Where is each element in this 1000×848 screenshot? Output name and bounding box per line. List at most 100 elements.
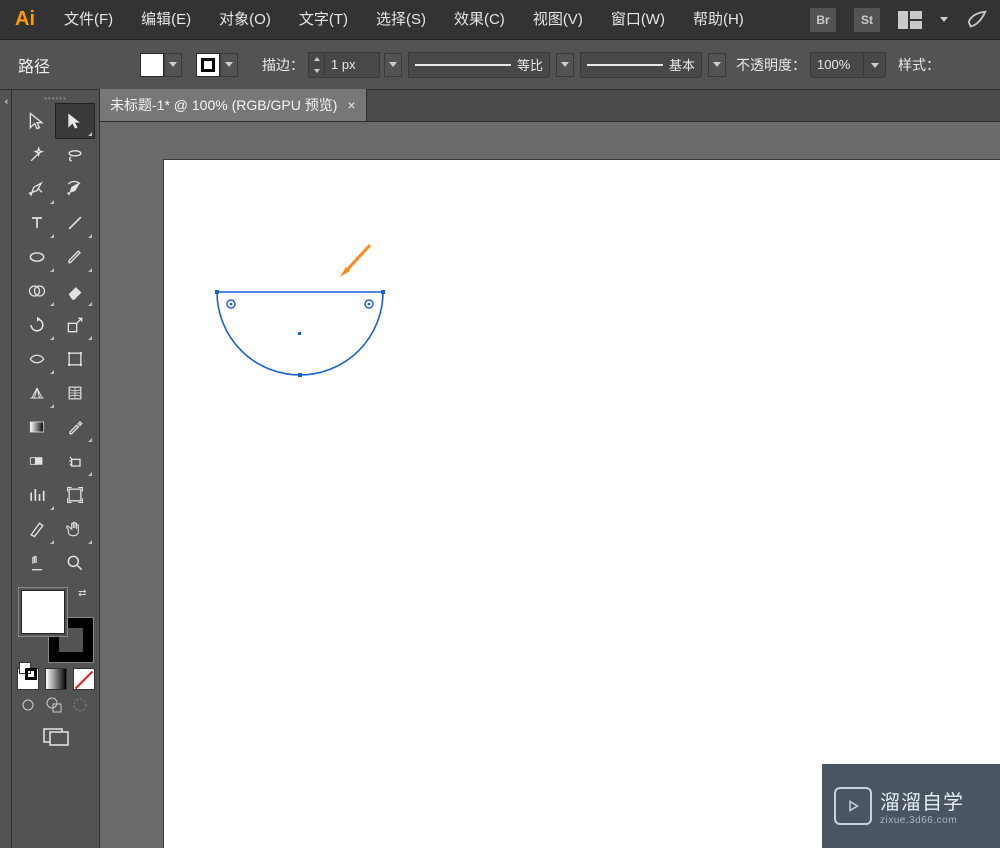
stroke-weight-dropdown-icon[interactable] [384, 53, 402, 77]
rotate-tool[interactable] [18, 308, 56, 342]
stroke-weight-input[interactable] [324, 52, 380, 78]
close-tab-icon[interactable]: × [347, 97, 355, 113]
stroke-weight-label: 描边： [262, 55, 304, 75]
menu-file[interactable]: 文件(F) [50, 0, 127, 40]
document-tab-title: 未标题-1* @ 100% (RGB/GPU 预览) [110, 95, 337, 115]
screen-mode-button[interactable] [17, 726, 95, 748]
center-point-icon [298, 332, 301, 335]
free-transform-tool[interactable] [56, 342, 94, 376]
symbol-sprayer-tool[interactable] [56, 444, 94, 478]
artboard-tool[interactable] [56, 478, 94, 512]
stroke-weight-down-icon[interactable] [309, 65, 324, 77]
opacity-label: 不透明度： [736, 55, 806, 75]
magic-wand-tool[interactable] [18, 138, 56, 172]
expand-panels-icon[interactable]: ‹‹ [0, 96, 11, 106]
variable-width-profile-dropdown[interactable]: 等比 [408, 52, 550, 78]
slice-tool[interactable] [18, 512, 56, 546]
options-bar: 路径 描边： 等比 基本 不透明度： 100% 样式： [0, 40, 1000, 90]
watermark-subtitle: zixue.3d66.com [880, 815, 964, 826]
fill-swatch[interactable] [140, 53, 164, 77]
draw-behind-icon[interactable] [43, 694, 65, 716]
stroke-swatch[interactable] [196, 53, 220, 77]
swap-fill-stroke-icon[interactable]: ⇄ [78, 588, 86, 599]
eraser-tool[interactable] [56, 274, 94, 308]
watermark-play-icon [834, 787, 872, 825]
watermark-badge: 溜溜自学 zixue.3d66.com [822, 764, 1000, 848]
color-mode-none[interactable] [73, 668, 95, 690]
print-tiling-tool[interactable] [18, 546, 56, 580]
stroke-weight-up-icon[interactable] [309, 53, 324, 65]
anchor-point[interactable] [215, 290, 219, 294]
menu-view[interactable]: 视图(V) [519, 0, 597, 40]
fill-swatch-group[interactable] [140, 53, 182, 77]
annotation-arrow [336, 241, 376, 284]
draw-mode-row [17, 694, 95, 716]
lasso-tool[interactable] [56, 138, 94, 172]
document-tab-strip: 未标题-1* @ 100% (RGB/GPU 预览) × [100, 90, 1000, 122]
menu-edit[interactable]: 编辑(E) [127, 0, 205, 40]
color-mode-gradient[interactable] [45, 668, 67, 690]
brush-definition-label: 基本 [669, 55, 695, 74]
scale-tool[interactable] [56, 308, 94, 342]
live-corner-dot [368, 303, 371, 306]
menu-object[interactable]: 对象(O) [205, 0, 285, 40]
menu-effect[interactable]: 效果(C) [440, 0, 519, 40]
graphic-style-label: 样式： [898, 55, 940, 75]
brush-sample-icon [587, 64, 663, 66]
live-corner-dot [230, 303, 233, 306]
bridge-icon[interactable]: Br [810, 8, 836, 32]
menu-help[interactable]: 帮助(H) [679, 0, 758, 40]
line-segment-tool[interactable] [56, 206, 94, 240]
blend-tool[interactable] [18, 444, 56, 478]
zoom-tool[interactable] [56, 546, 94, 580]
pen-tool[interactable] [18, 172, 56, 206]
brush-dropdown-icon[interactable] [708, 53, 726, 77]
menu-window[interactable]: 窗口(W) [597, 0, 679, 40]
toolbox-grip-icon[interactable]: •••••• [12, 92, 100, 104]
opacity-input[interactable]: 100% [810, 52, 864, 78]
document-area: 未标题-1* @ 100% (RGB/GPU 预览) × [100, 90, 1000, 848]
opacity-dropdown-icon[interactable] [864, 52, 886, 78]
hand-tool[interactable] [56, 512, 94, 546]
draw-inside-icon[interactable] [69, 694, 91, 716]
app-logo: Ai [0, 0, 50, 40]
draw-normal-icon[interactable] [17, 694, 39, 716]
gpu-preview-icon[interactable] [966, 9, 988, 31]
anchor-point[interactable] [381, 290, 385, 294]
eyedropper-tool[interactable] [56, 410, 94, 444]
direct-selection-tool[interactable] [56, 104, 94, 138]
selected-path-shape[interactable] [215, 290, 385, 390]
shape-builder-tool[interactable] [18, 274, 56, 308]
fill-dropdown-icon[interactable] [164, 53, 182, 77]
stroke-dropdown-icon[interactable] [220, 53, 238, 77]
variable-width-label: 等比 [517, 55, 543, 74]
stroke-weight-stepper[interactable] [308, 52, 380, 78]
fill-stroke-color-box[interactable]: ⇄ [17, 586, 95, 664]
artboard[interactable] [164, 160, 1000, 848]
collapsed-panel-strip[interactable]: ‹‹ [0, 90, 12, 848]
anchor-point[interactable] [298, 373, 302, 377]
document-tab[interactable]: 未标题-1* @ 100% (RGB/GPU 预览) × [100, 89, 367, 121]
type-tool[interactable] [18, 206, 56, 240]
arrange-documents-icon[interactable] [898, 11, 922, 29]
menu-select[interactable]: 选择(S) [362, 0, 440, 40]
menu-type[interactable]: 文字(T) [285, 0, 362, 40]
line-sample-icon [415, 64, 511, 66]
ellipse-tool[interactable] [18, 240, 56, 274]
perspective-grid-tool[interactable] [18, 376, 56, 410]
column-graph-tool[interactable] [18, 478, 56, 512]
selection-type-label: 路径 [0, 53, 140, 77]
stroke-swatch-group[interactable] [196, 53, 238, 77]
width-tool[interactable] [18, 342, 56, 376]
selection-tool[interactable] [18, 104, 56, 138]
brush-definition-dropdown[interactable]: 基本 [580, 52, 702, 78]
mesh-tool[interactable] [56, 376, 94, 410]
gradient-tool[interactable] [18, 410, 56, 444]
fill-color-box[interactable] [21, 590, 65, 634]
variable-width-dropdown-icon[interactable] [556, 53, 574, 77]
curvature-tool[interactable] [56, 172, 94, 206]
canvas-viewport[interactable]: 溜溜自学 zixue.3d66.com [100, 122, 1000, 848]
paintbrush-tool[interactable] [56, 240, 94, 274]
stock-icon[interactable]: St [854, 8, 880, 32]
arrange-dropdown-icon[interactable] [940, 17, 948, 22]
